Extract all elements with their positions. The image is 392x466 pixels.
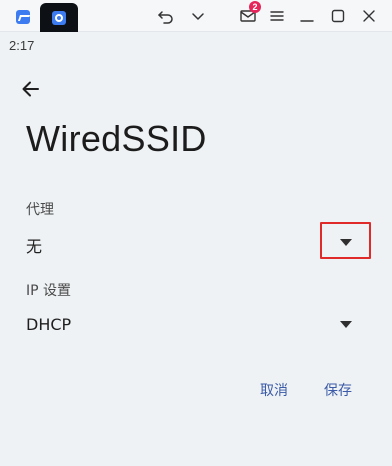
undo-button[interactable]: [156, 6, 176, 26]
close-icon: [363, 10, 375, 22]
maximize-button[interactable]: [328, 6, 348, 26]
close-button[interactable]: [359, 6, 379, 26]
save-button[interactable]: 保存: [324, 378, 352, 402]
highlight-box: [320, 222, 371, 259]
tab-settings[interactable]: [40, 3, 78, 32]
ip-settings-dropdown-arrow[interactable]: [340, 321, 352, 328]
settings-icon: [52, 11, 66, 25]
proxy-value: 无: [26, 237, 43, 256]
chevron-down-icon: [192, 13, 204, 20]
ip-settings-label: IP 设置: [26, 283, 72, 299]
mail-badge: 2: [249, 1, 261, 13]
back-button[interactable]: [16, 74, 46, 104]
page-title: WiredSSID: [26, 118, 207, 159]
undo-icon: [158, 11, 173, 24]
maximize-icon: [331, 9, 345, 23]
menu-button[interactable]: [267, 6, 287, 26]
minimize-button[interactable]: [297, 6, 317, 26]
window-title-bar: 2: [0, 0, 392, 32]
ip-settings-dropdown[interactable]: DHCP: [0, 304, 392, 344]
caret-down-icon: [340, 321, 352, 328]
menu-icon: [270, 11, 284, 21]
ip-settings-value: DHCP: [26, 315, 72, 334]
status-bar: 2:17: [0, 33, 392, 57]
minimize-icon: [300, 20, 314, 22]
arrow-left-icon: [22, 81, 39, 97]
mail-button[interactable]: 2: [238, 1, 261, 26]
status-time: 2:17: [9, 38, 35, 53]
app-logo-icon[interactable]: [16, 10, 30, 24]
cancel-button[interactable]: 取消: [260, 378, 288, 402]
proxy-label: 代理: [26, 202, 54, 218]
dropdown-button[interactable]: [188, 6, 208, 26]
